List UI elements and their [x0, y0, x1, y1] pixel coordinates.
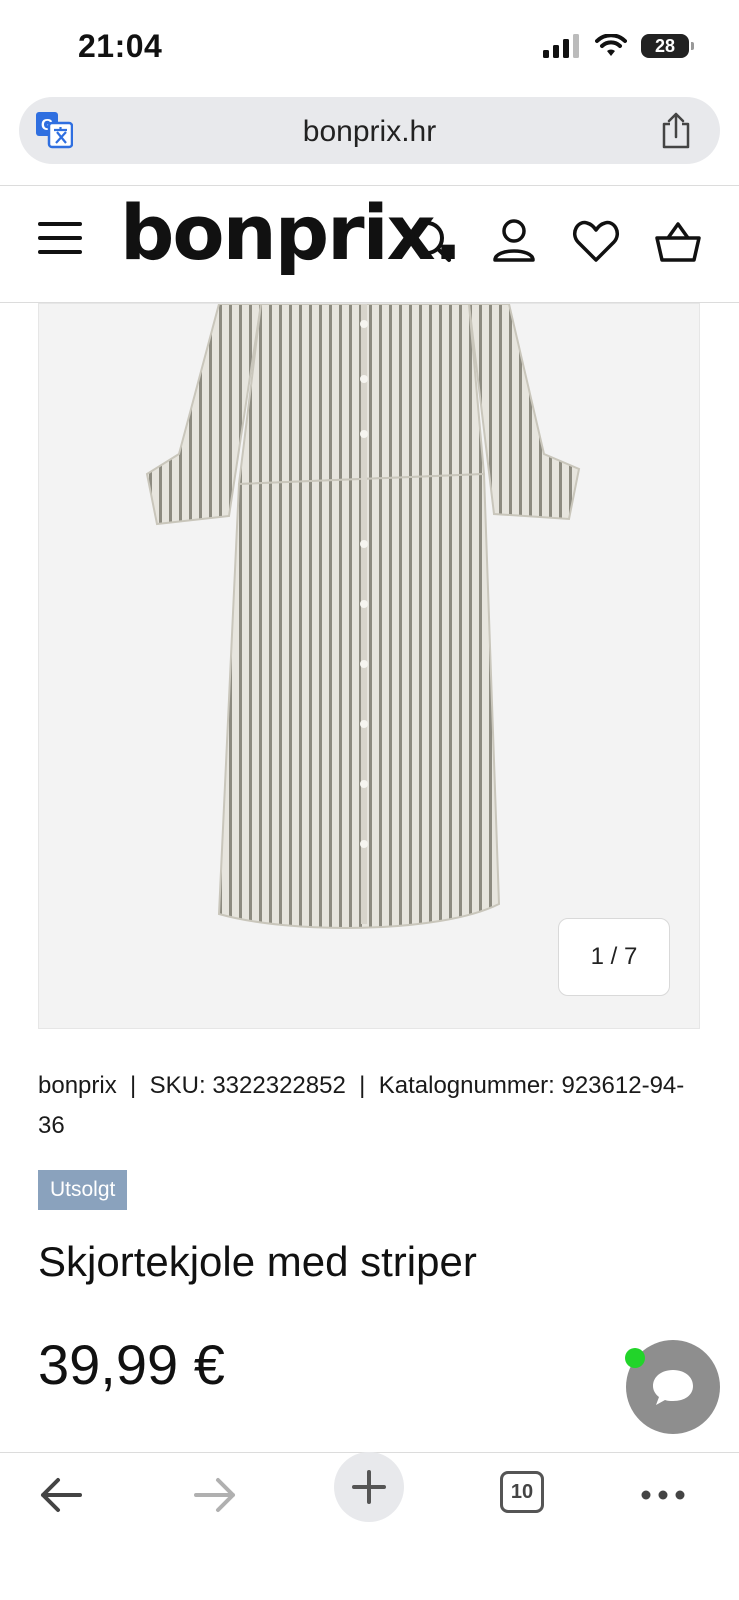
image-counter[interactable]: 1 / 7 [558, 918, 670, 996]
brand-name[interactable]: bonprix [38, 1072, 117, 1099]
status-icons: 28 [543, 34, 694, 58]
new-tab-button[interactable] [334, 1452, 404, 1522]
chat-bubble-icon [653, 1370, 693, 1405]
product-title: Skjortekjole med striper [38, 1238, 477, 1285]
divider [0, 185, 739, 186]
battery-indicator: 28 [641, 34, 694, 58]
url-text[interactable]: bonprix.hr [19, 115, 720, 149]
forward-arrow-icon[interactable] [192, 1470, 238, 1520]
basket-icon[interactable] [654, 218, 702, 264]
separator: | [352, 1072, 379, 1099]
signal-icon [543, 34, 579, 58]
tab-count-button[interactable]: 10 [500, 1471, 544, 1513]
search-icon[interactable] [408, 218, 452, 264]
wishlist-heart-icon[interactable] [572, 218, 620, 264]
address-bar[interactable]: G bonprix.hr [19, 97, 720, 164]
sku: SKU: 3322322852 [149, 1072, 346, 1099]
wifi-icon [595, 34, 627, 56]
status-time: 21:04 [78, 28, 163, 64]
account-icon[interactable] [492, 218, 536, 264]
product-price: 39,99 € [38, 1333, 225, 1396]
back-arrow-icon[interactable] [38, 1470, 84, 1520]
menu-icon[interactable] [38, 220, 82, 256]
more-menu-icon[interactable] [640, 1470, 686, 1520]
share-icon[interactable] [658, 111, 694, 149]
product-meta: bonprix | SKU: 3322322852 | Katalognumme… [38, 1066, 698, 1146]
sold-out-badge: Utsolgt [38, 1170, 128, 1210]
online-status-dot [625, 1348, 645, 1368]
plus-icon [352, 1470, 386, 1504]
separator: | [123, 1072, 150, 1099]
